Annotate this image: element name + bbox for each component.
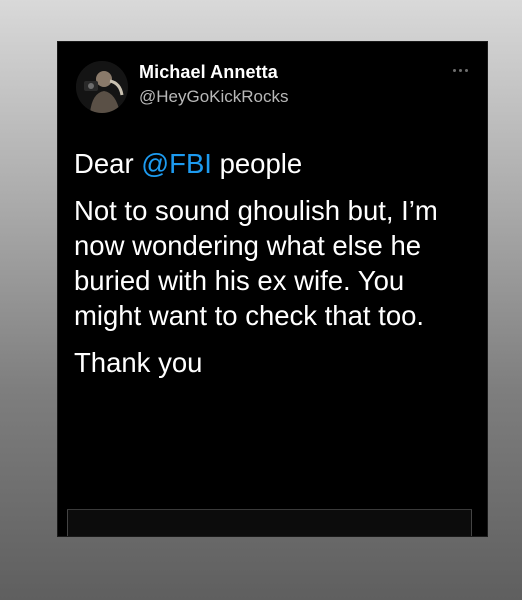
tweet-paragraph-3: Thank you bbox=[74, 347, 203, 378]
tweet-card[interactable]: Michael Annetta @HeyGoKickRocks Dear @FB… bbox=[57, 41, 488, 537]
tweet-paragraph-2: Not to sound ghoulish but, I’m now wonde… bbox=[74, 195, 438, 331]
avatar[interactable] bbox=[76, 61, 128, 113]
avatar-image bbox=[76, 61, 128, 113]
tweet-header: Michael Annetta @HeyGoKickRocks bbox=[76, 58, 471, 114]
footer-edge-right bbox=[471, 510, 472, 536]
tweet-line-1: Dear @FBI people bbox=[74, 146, 473, 181]
footer-edge-left bbox=[67, 510, 68, 536]
author-handle[interactable]: @HeyGoKickRocks bbox=[139, 87, 289, 107]
greeting-prefix: Dear bbox=[74, 148, 142, 179]
greeting-suffix: people bbox=[211, 148, 303, 179]
footer-bar bbox=[67, 509, 472, 536]
mention-link[interactable]: @FBI bbox=[141, 148, 212, 179]
tweet-text: Dear @FBI people Not to sound ghoulish b… bbox=[74, 146, 473, 392]
more-horizontal-icon[interactable] bbox=[449, 66, 471, 74]
author-name[interactable]: Michael Annetta bbox=[139, 62, 278, 83]
